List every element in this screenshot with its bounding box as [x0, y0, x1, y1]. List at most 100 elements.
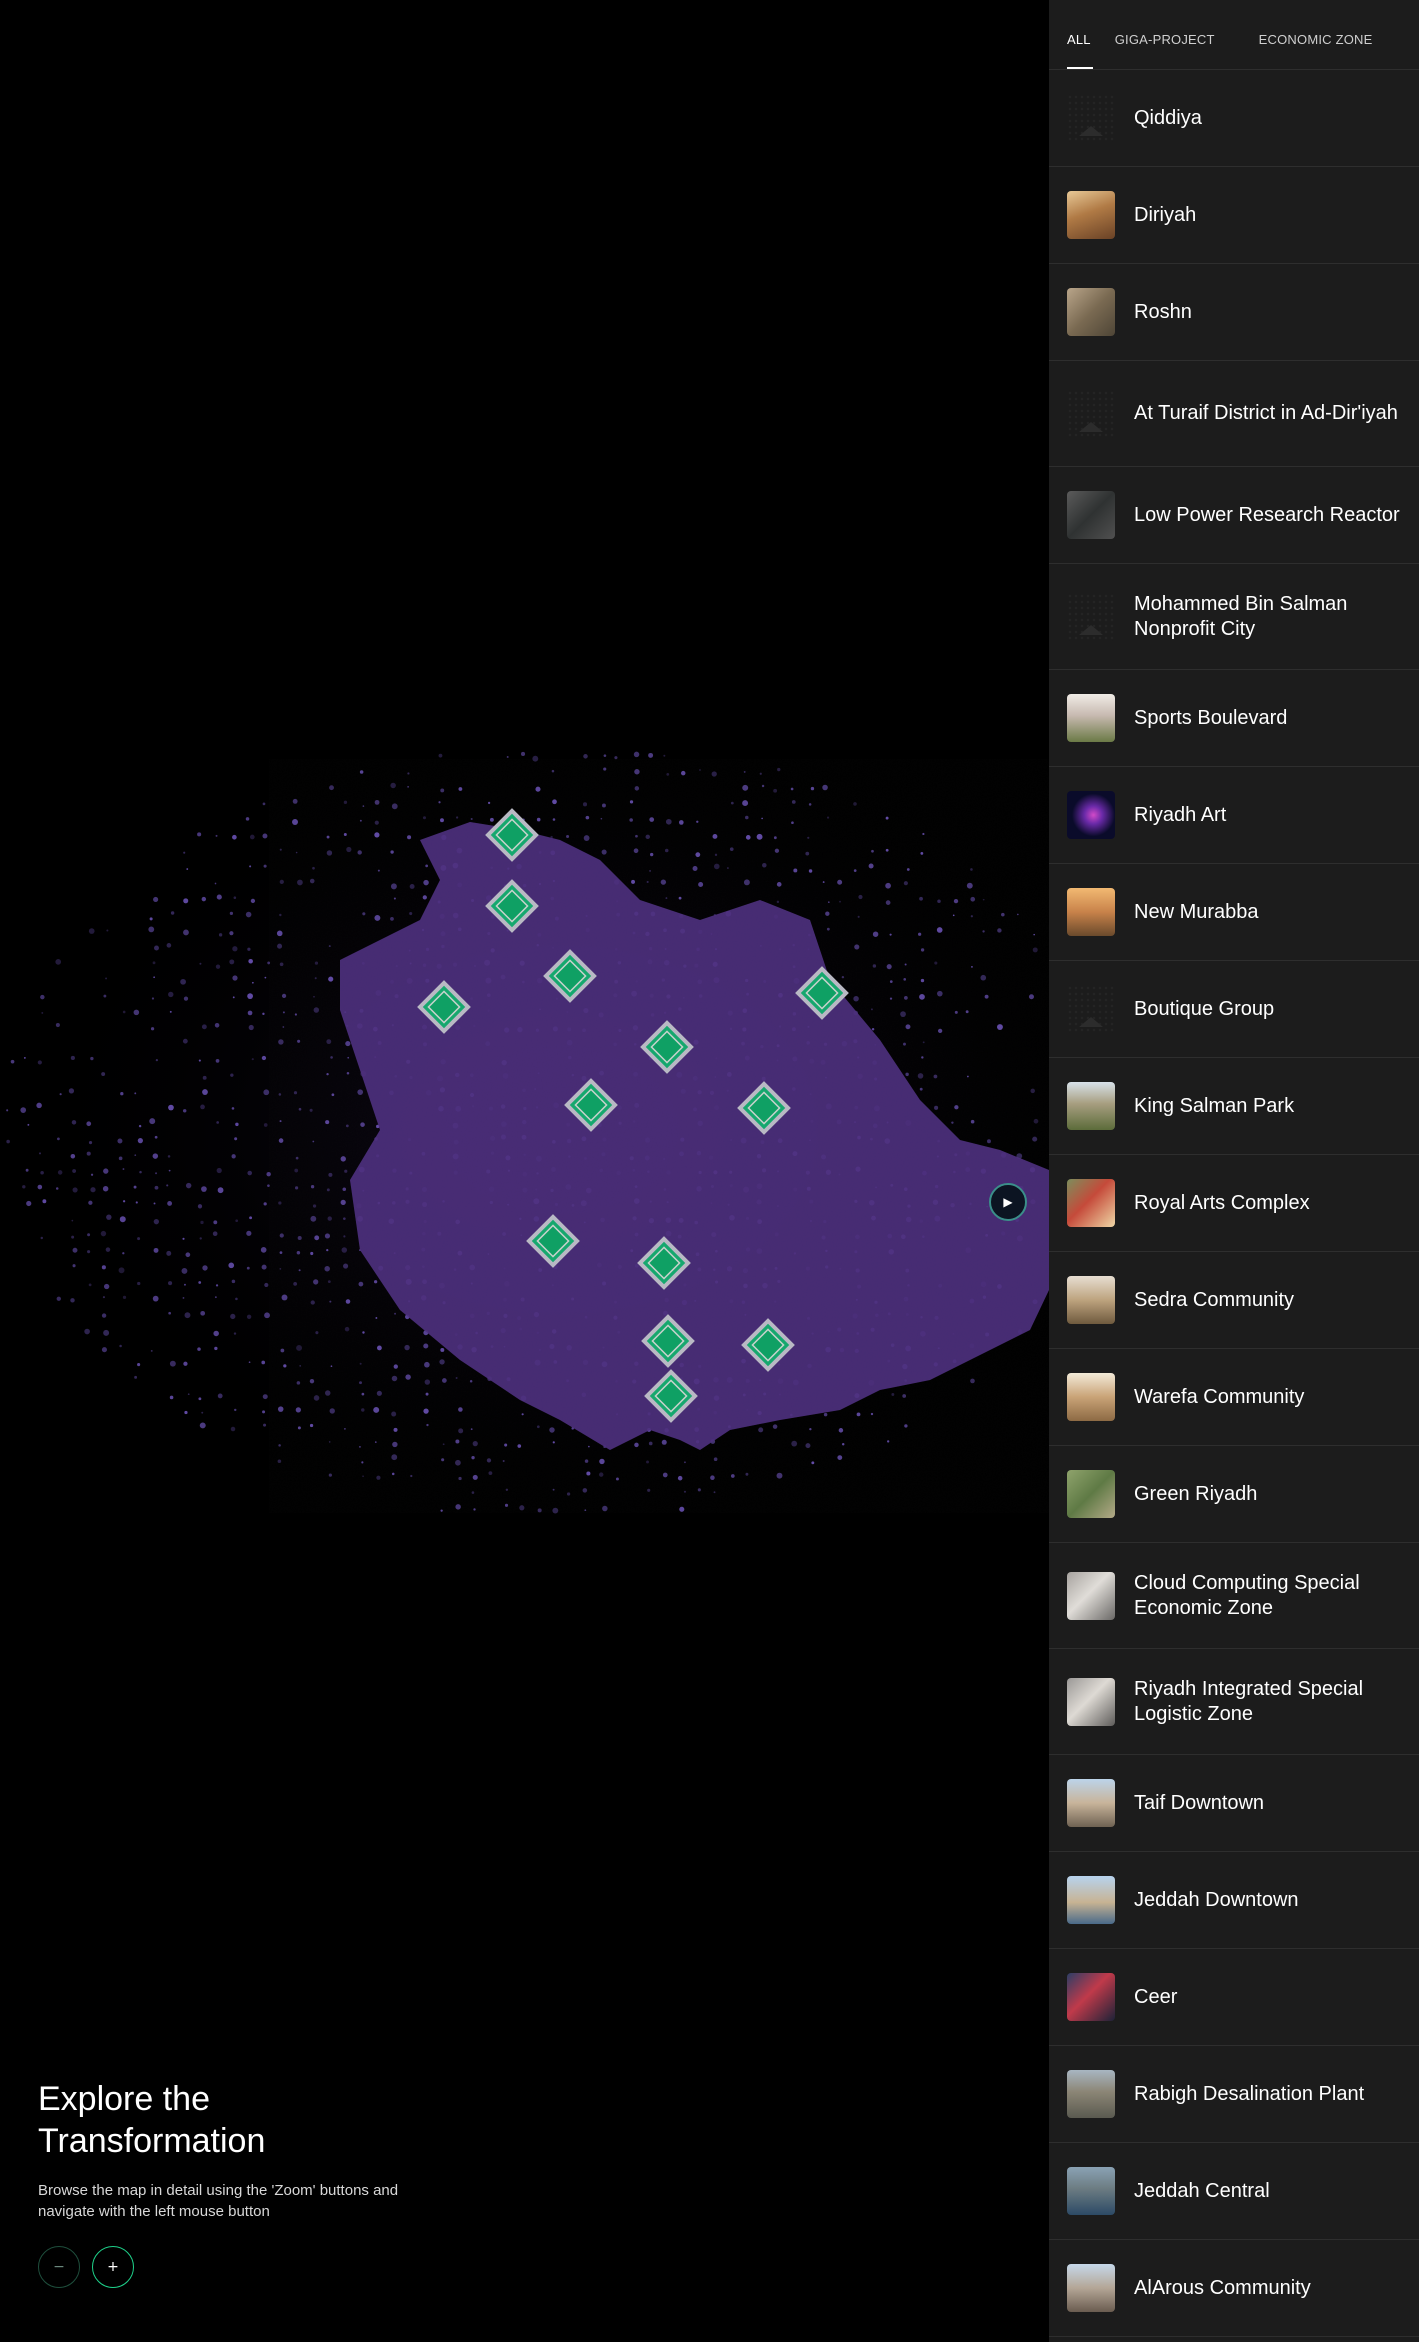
- map-dot: [698, 882, 704, 888]
- map-canvas[interactable]: [0, 0, 1049, 2342]
- project-thumbnail: [1067, 592, 1115, 641]
- map-dot: [262, 1410, 266, 1414]
- list-item[interactable]: Taif Downtown: [1049, 1755, 1419, 1852]
- map-dot: [970, 896, 976, 902]
- map-dot: [425, 1392, 429, 1396]
- map-dot: [55, 959, 62, 965]
- map-dot: [502, 1460, 505, 1463]
- map-dot: [37, 1184, 43, 1190]
- map-dot: [918, 932, 922, 936]
- map-dot: [25, 1168, 29, 1172]
- map-dot: [22, 1185, 26, 1189]
- list-item[interactable]: Rabigh Desalination Plant: [1049, 2046, 1419, 2143]
- map-dot: [470, 1428, 473, 1431]
- map-dot: [954, 1105, 959, 1110]
- map-dot: [1033, 1118, 1039, 1124]
- map-dot: [314, 1235, 320, 1241]
- map-dot: [391, 1454, 398, 1461]
- list-item[interactable]: Mohammed Bin Salman Nonprofit City: [1049, 564, 1419, 670]
- map-dot: [326, 1039, 332, 1045]
- list-item[interactable]: King Salman Park: [1049, 1058, 1419, 1155]
- map-dot: [684, 1461, 686, 1464]
- map-dot: [341, 1247, 348, 1253]
- list-item[interactable]: Jeddah Downtown: [1049, 1852, 1419, 1949]
- map-dot: [90, 1056, 94, 1061]
- map-dot: [294, 1168, 299, 1173]
- map-dot: [761, 817, 763, 820]
- map-dot: [937, 990, 943, 997]
- map-dot: [201, 1186, 207, 1192]
- map-dot: [361, 1461, 364, 1464]
- zoom-out-button[interactable]: −: [38, 2246, 80, 2288]
- map-dot: [185, 1182, 192, 1189]
- map-dot: [230, 1313, 236, 1320]
- list-item[interactable]: New Murabba: [1049, 864, 1419, 961]
- map-dot: [153, 896, 159, 903]
- list-item[interactable]: Green Riyadh: [1049, 1446, 1419, 1543]
- map-dot: [713, 863, 720, 870]
- list-item[interactable]: Diriyah: [1049, 167, 1419, 264]
- map-dot: [920, 948, 925, 952]
- list-item[interactable]: Ceer: [1049, 1949, 1419, 2046]
- map-dot: [247, 1170, 253, 1176]
- map-dot: [213, 1330, 219, 1337]
- list-item[interactable]: Warefa Community: [1049, 1349, 1419, 1446]
- map-dot: [970, 1378, 975, 1384]
- map-dot: [889, 980, 893, 983]
- play-arrow-button[interactable]: ▶: [989, 1183, 1027, 1221]
- project-list-panel[interactable]: ALL GIGA-PROJECT ECONOMIC ZONE Qiddiya Di…: [1049, 0, 1419, 2342]
- list-item[interactable]: At Turaif District in Ad-Dir'iyah: [1049, 361, 1419, 467]
- tab-all[interactable]: ALL: [1067, 32, 1093, 69]
- list-item[interactable]: Low Power Research Reactor: [1049, 467, 1419, 564]
- map-dot: [532, 755, 539, 762]
- map-dot: [167, 1201, 173, 1206]
- map-dot: [886, 1440, 890, 1443]
- map-dot: [183, 996, 189, 1001]
- project-label: Diriyah: [1134, 203, 1197, 226]
- list-item[interactable]: Sports Boulevard: [1049, 670, 1419, 767]
- map-dot: [505, 1488, 509, 1491]
- map-dot: [440, 818, 444, 823]
- map-dot: [390, 883, 397, 890]
- map-dot: [344, 1169, 348, 1173]
- project-label: Roshn: [1134, 300, 1192, 323]
- map-dot: [649, 870, 651, 872]
- tab-economic-zone[interactable]: ECONOMIC ZONE: [1259, 32, 1373, 69]
- project-thumbnail: [1067, 1179, 1115, 1227]
- map-area[interactable]: ▶ Explore the Transformation Browse the …: [0, 0, 1049, 2342]
- map-dot: [167, 1155, 171, 1158]
- list-item[interactable]: Riyadh Integrated Special Logistic Zone: [1049, 1649, 1419, 1755]
- list-item[interactable]: Roshn: [1049, 264, 1419, 361]
- map-dot: [358, 1281, 364, 1287]
- list-item[interactable]: Cloud Computing Special Economic Zone: [1049, 1543, 1419, 1649]
- tab-giga-project[interactable]: GIGA-PROJECT: [1115, 32, 1215, 69]
- map-dot: [359, 1445, 361, 1448]
- map-dot: [390, 850, 394, 854]
- list-item[interactable]: Royal Arts Complex: [1049, 1155, 1419, 1252]
- list-item[interactable]: Boutique Group: [1049, 961, 1419, 1058]
- map-dot: [937, 899, 941, 904]
- map-dot: [362, 1331, 365, 1334]
- map-dot: [599, 1472, 604, 1477]
- map-dot: [970, 915, 973, 918]
- list-item[interactable]: Qiddiya: [1049, 70, 1419, 167]
- map-dot: [952, 914, 955, 917]
- map-dot: [933, 1074, 938, 1079]
- list-item[interactable]: AlArous Community: [1049, 2240, 1419, 2337]
- map-dot: [904, 996, 908, 1000]
- map-dot: [458, 1428, 464, 1434]
- list-item[interactable]: Jeddah Central: [1049, 2143, 1419, 2240]
- map-dot: [455, 816, 459, 819]
- map-dot: [393, 1364, 398, 1369]
- map-dot: [649, 852, 654, 857]
- list-item[interactable]: Sedra Community: [1049, 1252, 1419, 1349]
- map-dot: [90, 1187, 96, 1193]
- list-item[interactable]: Riyadh Art: [1049, 767, 1419, 864]
- zoom-in-button[interactable]: +: [92, 2246, 134, 2288]
- map-dot: [229, 931, 234, 936]
- map-dot: [297, 1426, 301, 1430]
- map-dot: [280, 1348, 285, 1353]
- map-dot: [919, 1087, 923, 1091]
- map-dot: [885, 882, 891, 889]
- map-dot: [551, 769, 555, 773]
